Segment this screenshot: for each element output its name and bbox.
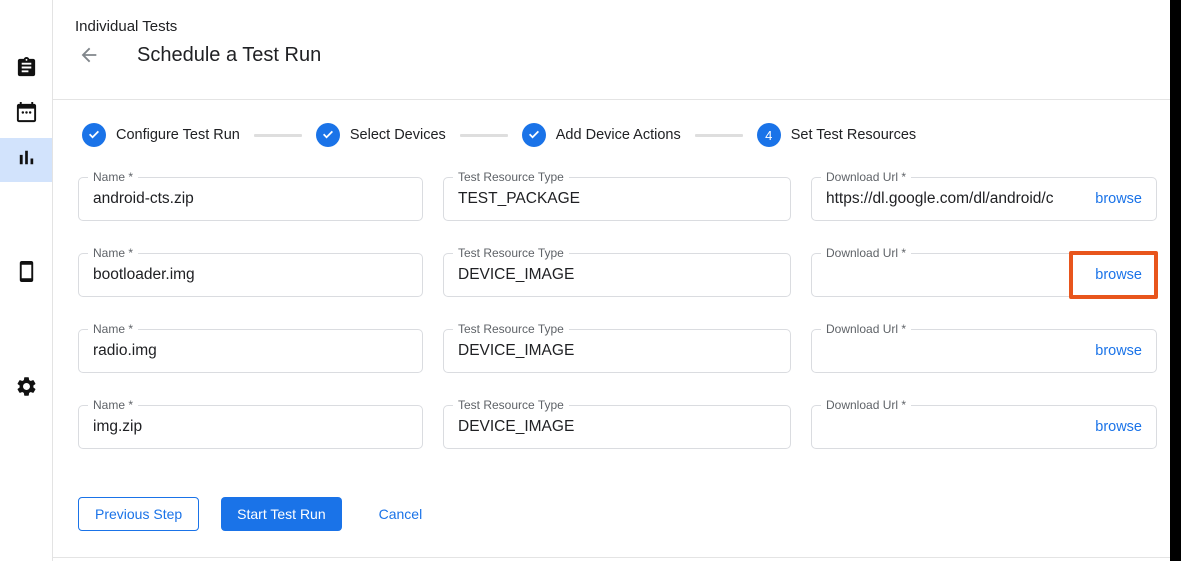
check-icon: [87, 127, 101, 144]
field-label: Test Resource Type: [453, 246, 569, 260]
step-label: Add Device Actions: [556, 127, 681, 143]
download-url-field[interactable]: Download Url * browse: [811, 253, 1157, 297]
step-connector: [695, 134, 743, 137]
step-add-device-actions[interactable]: Add Device Actions: [522, 123, 681, 147]
field-label: Name *: [88, 322, 138, 336]
back-button[interactable]: [76, 44, 102, 70]
resource-type-field[interactable]: Test Resource Type DEVICE_IMAGE: [443, 329, 791, 373]
browse-link[interactable]: browse: [1095, 191, 1142, 207]
download-url-field[interactable]: Download Url * https://dl.google.com/dl/…: [811, 177, 1157, 221]
check-icon: [527, 127, 541, 144]
step-label: Configure Test Run: [116, 127, 240, 143]
step-label: Set Test Resources: [791, 127, 916, 143]
field-label: Test Resource Type: [453, 398, 569, 412]
download-url-field[interactable]: Download Url * browse: [811, 329, 1157, 373]
download-url-field[interactable]: Download Url * browse: [811, 405, 1157, 449]
browse-link[interactable]: browse: [1095, 343, 1142, 359]
step-label: Select Devices: [350, 127, 446, 143]
header-divider: [53, 99, 1170, 100]
name-field[interactable]: Name * radio.img: [78, 329, 423, 373]
step-number-badge: 4: [757, 123, 781, 147]
field-label: Name *: [88, 170, 138, 184]
bar-chart-icon: [15, 146, 38, 174]
name-field[interactable]: Name * android-cts.zip: [78, 177, 423, 221]
download-url-input[interactable]: https://dl.google.com/dl/android/c: [826, 190, 1085, 208]
sidebar-item-plans[interactable]: [0, 93, 52, 137]
stepper: Configure Test Run Select Devices Add De…: [82, 122, 916, 148]
resource-type-value: DEVICE_IMAGE: [458, 266, 776, 284]
step-connector: [460, 134, 508, 137]
clipboard-icon: [15, 56, 38, 84]
cancel-button[interactable]: Cancel: [379, 497, 423, 531]
name-input[interactable]: android-cts.zip: [93, 190, 408, 208]
sidebar-item-devices[interactable]: [0, 252, 52, 296]
test-resources-form: Name * android-cts.zip Test Resource Typ…: [78, 177, 1157, 449]
page-title: Schedule a Test Run: [137, 44, 321, 67]
browse-link[interactable]: browse: [1095, 419, 1142, 435]
resource-type-field[interactable]: Test Resource Type DEVICE_IMAGE: [443, 405, 791, 449]
name-input[interactable]: radio.img: [93, 342, 408, 360]
resource-type-value: DEVICE_IMAGE: [458, 418, 776, 436]
window-edge-strip: [1170, 0, 1181, 561]
name-field[interactable]: Name * img.zip: [78, 405, 423, 449]
breadcrumb: Individual Tests: [75, 18, 177, 35]
name-input[interactable]: bootloader.img: [93, 266, 408, 284]
sidebar-item-settings[interactable]: [0, 367, 52, 411]
step-complete-badge: [316, 123, 340, 147]
step-configure-test-run[interactable]: Configure Test Run: [82, 123, 240, 147]
smartphone-icon: [15, 260, 38, 288]
arrow-back-icon: [78, 44, 100, 71]
step-complete-badge: [522, 123, 546, 147]
check-icon: [321, 127, 335, 144]
step-connector: [254, 134, 302, 137]
step-set-test-resources[interactable]: 4 Set Test Resources: [757, 123, 916, 147]
resource-type-field[interactable]: Test Resource Type DEVICE_IMAGE: [443, 253, 791, 297]
step-complete-badge: [82, 123, 106, 147]
name-field[interactable]: Name * bootloader.img: [78, 253, 423, 297]
browse-link[interactable]: browse: [1095, 267, 1142, 283]
sidebar-item-tests[interactable]: [0, 48, 52, 92]
sidebar: [0, 0, 53, 561]
bottom-divider: [53, 557, 1170, 558]
field-label: Download Url *: [821, 246, 911, 260]
resource-type-value: TEST_PACKAGE: [458, 190, 776, 208]
field-label: Download Url *: [821, 322, 911, 336]
previous-step-button[interactable]: Previous Step: [78, 497, 199, 531]
calendar-icon: [15, 101, 38, 129]
form-actions: Previous Step Start Test Run Cancel: [78, 497, 422, 531]
name-input[interactable]: img.zip: [93, 418, 408, 436]
sidebar-item-test-runs[interactable]: [0, 138, 52, 182]
resource-type-value: DEVICE_IMAGE: [458, 342, 776, 360]
gear-icon: [15, 375, 38, 403]
field-label: Name *: [88, 398, 138, 412]
field-label: Download Url *: [821, 398, 911, 412]
field-label: Name *: [88, 246, 138, 260]
step-select-devices[interactable]: Select Devices: [316, 123, 446, 147]
start-test-run-button[interactable]: Start Test Run: [221, 497, 341, 531]
field-label: Test Resource Type: [453, 322, 569, 336]
resource-type-field[interactable]: Test Resource Type TEST_PACKAGE: [443, 177, 791, 221]
field-label: Test Resource Type: [453, 170, 569, 184]
field-label: Download Url *: [821, 170, 911, 184]
